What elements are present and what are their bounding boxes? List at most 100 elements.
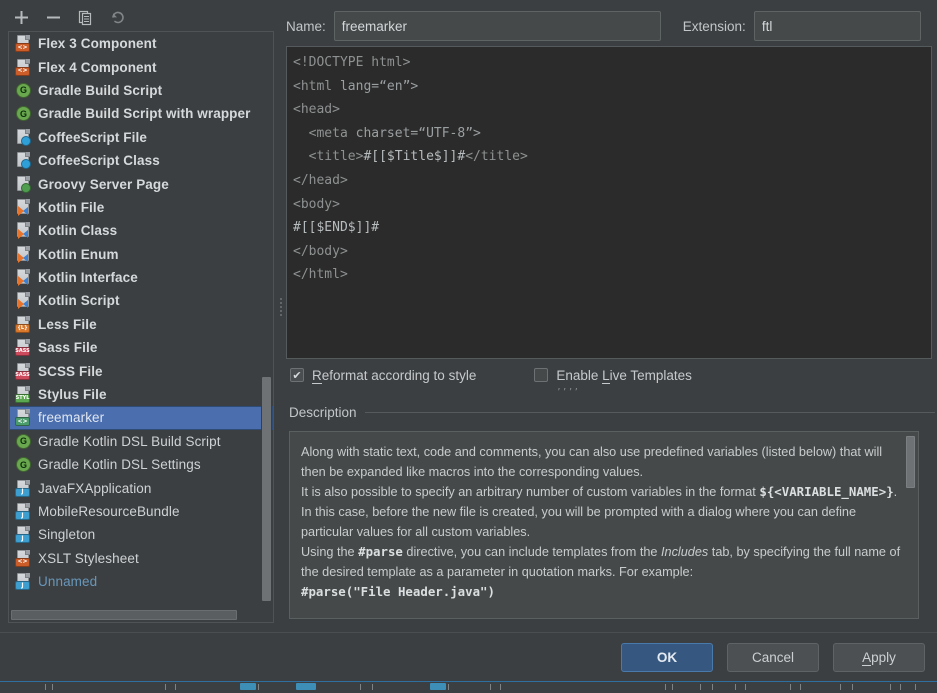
ok-button[interactable]: OK xyxy=(621,642,713,672)
list-item[interactable]: Kotlin Enum xyxy=(9,243,273,266)
list-item[interactable]: G Gradle Kotlin DSL Settings xyxy=(9,453,273,476)
list-item[interactable]: J JavaFXApplication xyxy=(9,476,273,499)
list-item[interactable]: Kotlin Class xyxy=(9,219,273,242)
list-item-label: SCSS File xyxy=(38,363,103,379)
reformat-label-rest: eformat according to style xyxy=(321,367,477,383)
template-editor-panel: Name: freemarker Extension: ftl <!DOCTYP… xyxy=(286,0,937,632)
apply-button[interactable]: Apply xyxy=(833,642,925,672)
file-templates-list[interactable]: <> Flex 3 Component <> Flex 4 Component G Gra… xyxy=(9,32,273,600)
list-item-label: Gradle Kotlin DSL Build Script xyxy=(38,433,221,449)
list-item[interactable]: G Gradle Build Script xyxy=(9,79,273,102)
kotlin-icon xyxy=(15,292,32,310)
cut-off-bottom-strip xyxy=(0,681,937,693)
code-segment: </body> xyxy=(293,243,348,259)
description-mono-token: ${<VARIABLE_NAME>} xyxy=(759,484,894,499)
strip-tick xyxy=(500,684,501,690)
description-vertical-scrollbar[interactable] xyxy=(905,434,916,617)
live-templates-hint-dots: ’’’’ xyxy=(556,386,580,396)
list-item[interactable]: SASS Sass File xyxy=(9,336,273,359)
reformat-checkbox[interactable]: ✔ xyxy=(290,368,304,382)
list-item-label: Flex 3 Component xyxy=(38,36,157,52)
strip-tick xyxy=(700,684,701,690)
copy-template-button[interactable] xyxy=(70,5,100,29)
add-template-button[interactable] xyxy=(6,5,36,29)
reformat-mnemonic: R xyxy=(312,367,322,384)
coffeescript-icon xyxy=(15,152,32,170)
list-item-label: Gradle Kotlin DSL Settings xyxy=(38,457,201,473)
list-item-label: Kotlin Interface xyxy=(38,270,138,286)
list-item[interactable]: <> Flex 4 Component xyxy=(9,55,273,78)
strip-tick xyxy=(490,684,491,690)
dialog-button-bar: OK Cancel Apply xyxy=(0,632,937,681)
description-content: Along with static text, code and comment… xyxy=(301,442,906,602)
list-item[interactable]: G Gradle Build Script with wrapper xyxy=(9,102,273,125)
list-item[interactable]: J Unnamed xyxy=(9,570,273,593)
template-code-editor[interactable]: <!DOCTYPE html> <html lang=“en”> <head> <m… xyxy=(286,46,932,359)
list-item[interactable]: Groovy Server Page xyxy=(9,172,273,195)
strip-blob xyxy=(296,683,316,690)
code-segment: <title> xyxy=(293,149,364,165)
list-item-label: JavaFXApplication xyxy=(38,480,152,496)
list-item[interactable]: CoffeeScript File xyxy=(9,126,273,149)
code-segment: </title> xyxy=(465,149,528,165)
description-vertical-scroll-thumb[interactable] xyxy=(906,436,915,488)
list-item[interactable]: STYL Stylus File xyxy=(9,383,273,406)
gradle-icon: G xyxy=(15,105,32,122)
panel-splitter[interactable] xyxy=(276,0,286,632)
list-item[interactable]: J Singleton xyxy=(9,523,273,546)
extension-input[interactable]: ftl xyxy=(753,11,921,41)
list-item-label: Flex 4 Component xyxy=(38,59,157,75)
description-paragraph: It is also possible to specify an arbitr… xyxy=(301,484,901,539)
strip-tick xyxy=(900,684,901,690)
list-item[interactable]: <> XSLT Stylesheet xyxy=(9,547,273,570)
flex-file-icon: <> xyxy=(15,35,32,53)
list-item-label: Singleton xyxy=(38,527,96,543)
code-segment: lang=“en”> xyxy=(339,78,419,94)
code-line: <body> xyxy=(293,193,931,217)
code-line: <title>#[[$Title$]]#</title> xyxy=(293,145,931,169)
list-item-label: Kotlin Script xyxy=(38,293,120,309)
description-code-line: #parse("File Header.java") xyxy=(301,584,495,599)
description-section-header: Description xyxy=(289,403,935,421)
list-item-label: XSLT Stylesheet xyxy=(38,550,139,566)
list-item[interactable]: CoffeeScript Class xyxy=(9,149,273,172)
list-vertical-scroll-thumb[interactable] xyxy=(262,377,271,601)
code-line: </body> xyxy=(293,240,931,264)
list-horizontal-scrollbar[interactable] xyxy=(10,609,262,621)
cancel-button[interactable]: Cancel xyxy=(727,642,819,672)
code-segment: <body> xyxy=(293,196,340,212)
code-line: <head> xyxy=(293,98,931,122)
flex-file-icon: <> xyxy=(15,58,32,76)
ghost-underline-row xyxy=(537,681,927,682)
name-input[interactable]: freemarker xyxy=(333,11,661,41)
enable-live-templates-checkbox[interactable] xyxy=(534,368,549,382)
list-horizontal-scroll-thumb[interactable] xyxy=(11,610,237,620)
list-item[interactable]: J MobileResourceBundle xyxy=(9,500,273,523)
list-item[interactable]: G Gradle Kotlin DSL Build Script xyxy=(9,430,273,453)
list-item[interactable]: SASS SCSS File xyxy=(9,359,273,382)
reset-template-button[interactable] xyxy=(102,5,132,29)
strip-tick xyxy=(712,684,713,690)
list-item-label: Groovy Server Page xyxy=(38,176,169,192)
freemarker-icon: <> xyxy=(15,409,32,427)
strip-tick xyxy=(735,684,736,690)
list-vertical-scrollbar[interactable] xyxy=(261,33,272,601)
extension-label: Extension: xyxy=(682,18,746,34)
strip-tick xyxy=(665,684,666,690)
list-item[interactable]: Kotlin Interface xyxy=(9,266,273,289)
list-item[interactable]: <> freemarker xyxy=(9,406,273,430)
strip-tick xyxy=(45,684,46,690)
description-text-area[interactable]: Along with static text, code and comment… xyxy=(289,431,919,619)
strip-tick xyxy=(372,684,373,690)
apply-mnemonic: A xyxy=(862,649,872,666)
strip-tick xyxy=(258,684,259,690)
list-item[interactable]: {L} Less File xyxy=(9,313,273,336)
remove-template-button[interactable] xyxy=(38,5,68,29)
xslt-icon: <> xyxy=(15,549,32,567)
list-item[interactable]: <> Flex 3 Component xyxy=(9,32,273,55)
live-label-pre: Enable xyxy=(556,367,603,383)
list-item-label: Gradle Build Script xyxy=(38,82,163,98)
list-item[interactable]: Kotlin File xyxy=(9,196,273,219)
description-label: Description xyxy=(289,404,357,420)
list-item[interactable]: Kotlin Script xyxy=(9,289,273,312)
